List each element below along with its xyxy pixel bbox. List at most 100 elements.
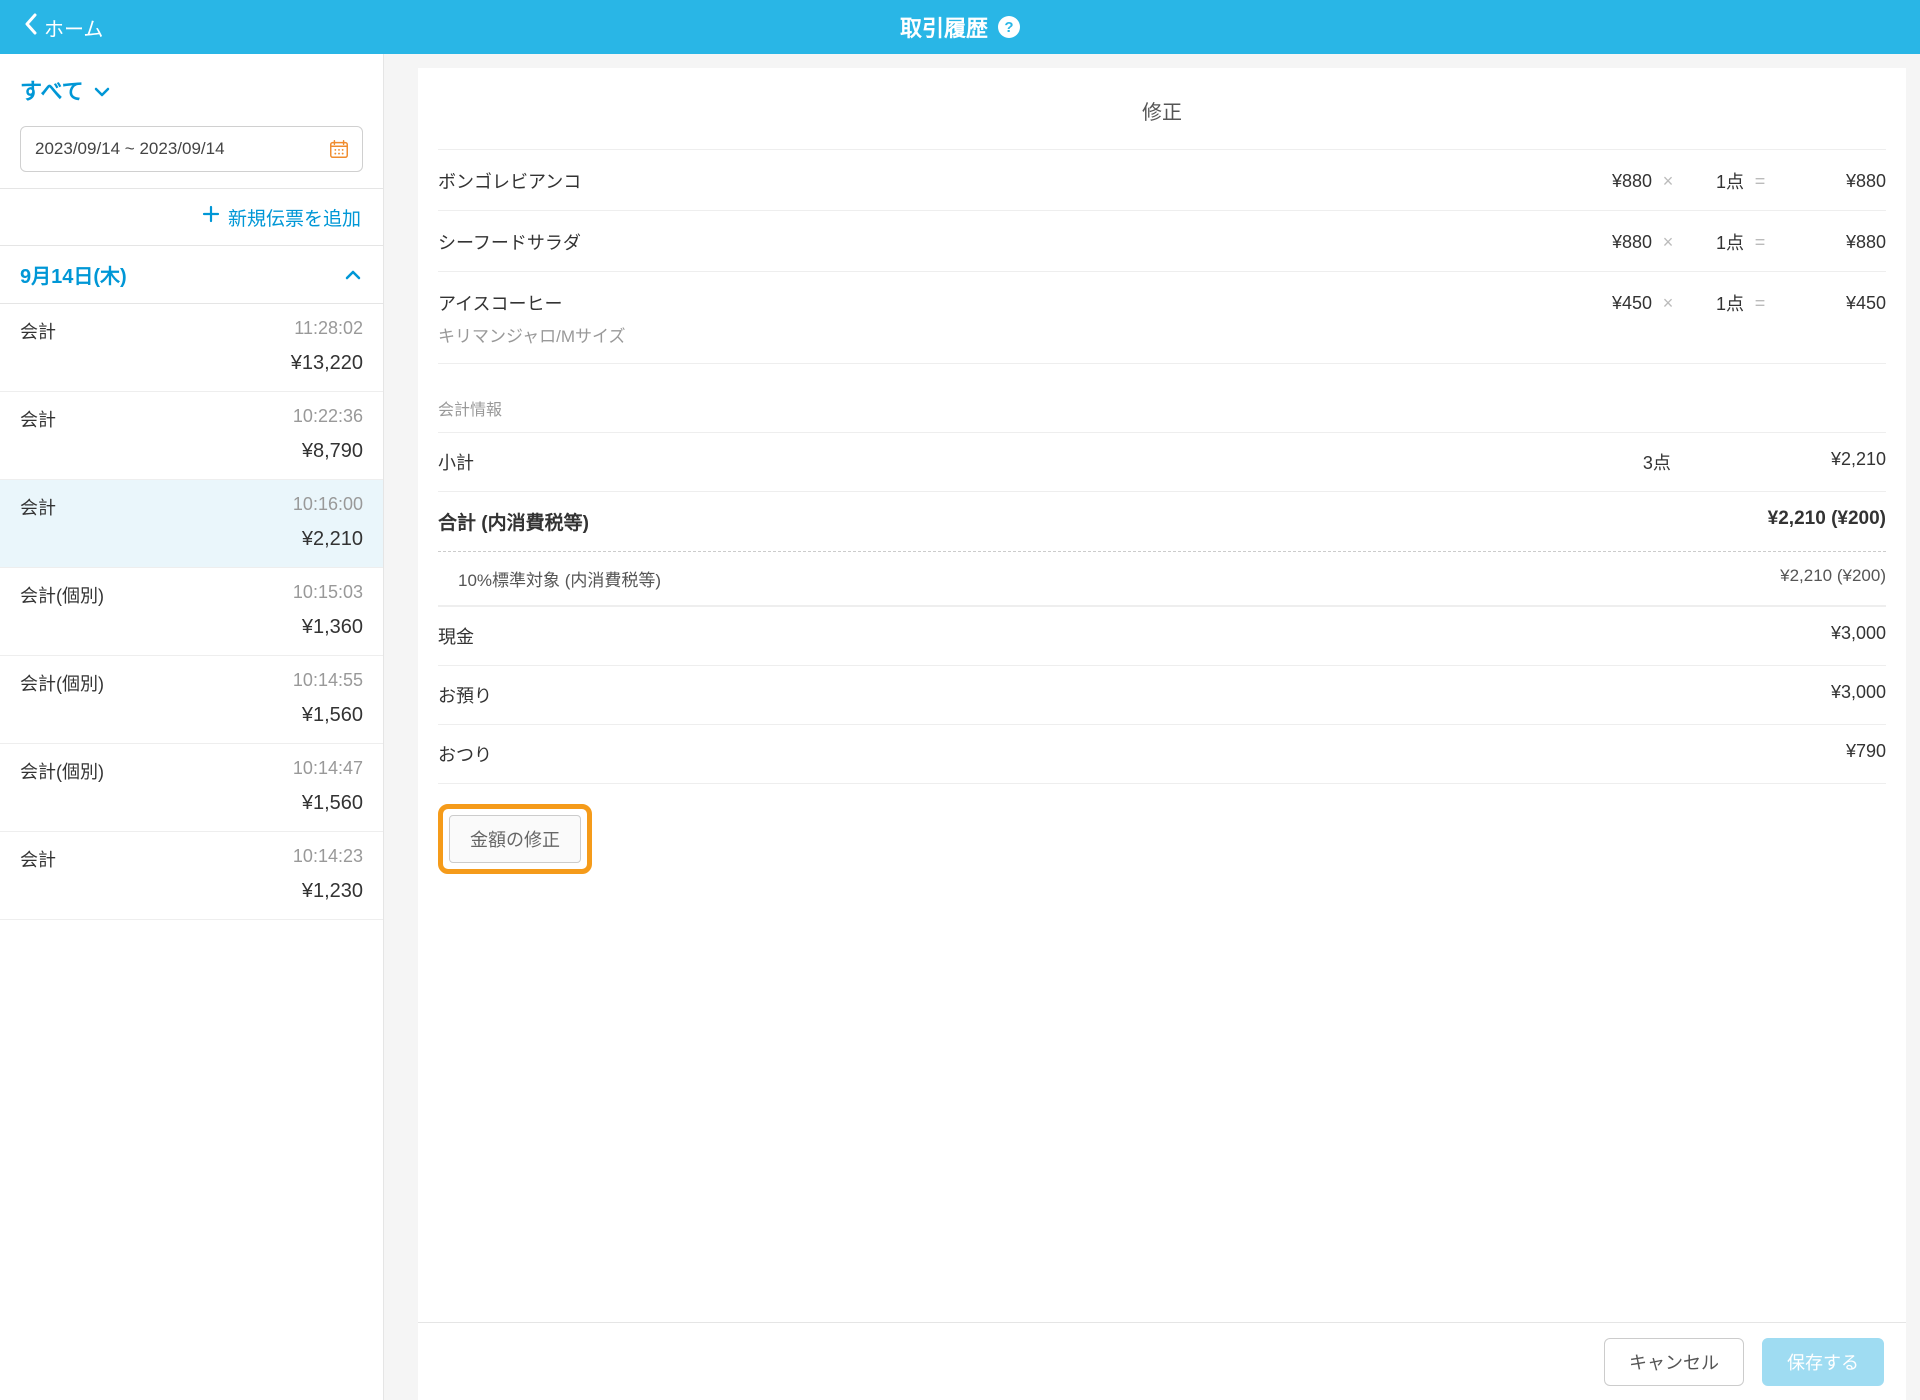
order-unit-price: ¥880 [1572,232,1652,253]
chevron-up-icon [345,263,361,286]
transaction-amount: ¥1,560 [20,704,363,727]
transaction-item[interactable]: 会計 10:16:00 ¥2,210 [0,480,383,568]
transaction-item[interactable]: 会計 10:14:23 ¥1,230 [0,832,383,920]
transaction-label: 会計 [20,494,56,520]
times-icon: × [1658,232,1678,253]
transaction-time: 11:28:02 [294,318,363,344]
tax-label: 10%標準対象 (内消費税等) [458,566,661,591]
equals-icon: = [1750,171,1770,192]
detail-panel: 修正 ボンゴレビアンコ ¥880 × 1点 = ¥880 シーフードサラダ ¥880 × 1点 = ¥… [418,68,1906,1322]
transaction-amount: ¥1,360 [20,616,363,639]
cancel-button[interactable]: キャンセル [1604,1338,1744,1386]
order-line: アイスコーヒー ¥450 × 1点 = ¥450 キリマンジャロ/Mサイズ [438,271,1886,364]
deposit-row: お預り ¥3,000 [438,665,1886,724]
order-line: シーフードサラダ ¥880 × 1点 = ¥880 [438,210,1886,271]
filter-dropdown[interactable]: すべて [0,54,383,118]
edit-amount-highlight: 金額の修正 [438,804,592,874]
chevron-down-icon [94,77,110,103]
transaction-label: 会計 [20,406,56,432]
app-header: ホーム 取引履歴 ? [0,0,1920,54]
cash-row: 現金 ¥3,000 [438,606,1886,665]
transaction-time: 10:22:36 [293,406,363,432]
tax-amount: ¥2,210 (¥200) [1780,566,1886,591]
panel-title: 修正 [438,68,1886,149]
calendar-icon [328,138,350,160]
save-button[interactable]: 保存する [1762,1338,1884,1386]
transaction-label: 会計(個別) [20,670,104,696]
back-button[interactable]: ホーム [24,13,103,42]
transaction-amount: ¥2,210 [20,528,363,551]
order-unit-price: ¥880 [1572,171,1652,192]
change-amount: ¥790 [1846,741,1886,767]
detail-pane: 修正 ボンゴレビアンコ ¥880 × 1点 = ¥880 シーフードサラダ ¥880 × 1点 = ¥… [384,54,1920,1400]
transaction-item[interactable]: 会計(個別) 10:14:47 ¥1,560 [0,744,383,832]
order-qty: 1点 [1684,168,1744,194]
date-group-label: 9月14日(木) [20,260,127,289]
help-icon[interactable]: ? [998,16,1020,38]
order-lines: ボンゴレビアンコ ¥880 × 1点 = ¥880 シーフードサラダ ¥880 × 1点 = ¥880… [438,149,1886,364]
transaction-item[interactable]: 会計(個別) 10:15:03 ¥1,360 [0,568,383,656]
transaction-amount: ¥13,220 [20,352,363,375]
transaction-label: 会計 [20,846,56,872]
back-label: ホーム [44,13,103,42]
tax-row: 10%標準対象 (内消費税等) ¥2,210 (¥200) [438,552,1886,606]
transaction-amount: ¥8,790 [20,440,363,463]
transaction-label: 会計(個別) [20,582,104,608]
order-line-total: ¥880 [1776,171,1886,192]
order-unit-price: ¥450 [1572,293,1652,314]
cash-amount: ¥3,000 [1831,623,1886,649]
order-line-total: ¥880 [1776,232,1886,253]
subtotal-qty: 3点 [474,449,1831,475]
sidebar: すべて 2023/09/14 ~ 2023/09/14 [0,54,384,1400]
subtotal-row: 小計 3点 ¥2,210 [438,432,1886,491]
equals-icon: = [1750,232,1770,253]
transaction-label: 会計(個別) [20,758,104,784]
cash-label: 現金 [438,623,474,649]
transaction-time: 10:16:00 [293,494,363,520]
transaction-label: 会計 [20,318,56,344]
order-item-name: ボンゴレビアンコ [438,168,1566,194]
detail-footer: キャンセル 保存する [418,1322,1906,1400]
change-row: おつり ¥790 [438,724,1886,784]
deposit-label: お預り [438,682,492,708]
times-icon: × [1658,171,1678,192]
transaction-amount: ¥1,230 [20,880,363,903]
total-row: 合計 (内消費税等) ¥2,210 (¥200) [438,491,1886,551]
transaction-time: 10:14:55 [293,670,363,696]
transaction-time: 10:14:23 [293,846,363,872]
plus-icon [202,205,220,229]
transaction-item[interactable]: 会計 10:22:36 ¥8,790 [0,392,383,480]
filter-label: すべて [20,74,84,106]
order-line: ボンゴレビアンコ ¥880 × 1点 = ¥880 [438,149,1886,210]
transaction-item[interactable]: 会計 11:28:02 ¥13,220 [0,304,383,392]
total-label: 合計 (内消費税等) [438,508,589,535]
order-item-name: アイスコーヒー [438,290,1566,316]
total-amount: ¥2,210 (¥200) [1768,508,1886,535]
add-slip-button[interactable]: 新規伝票を追加 [0,188,383,246]
order-item-name: シーフードサラダ [438,229,1566,255]
change-label: おつり [438,741,492,767]
subtotal-amount: ¥2,210 [1831,449,1886,475]
date-range-picker[interactable]: 2023/09/14 ~ 2023/09/14 [20,126,363,172]
page-title: 取引履歴 ? [900,11,1020,43]
chevron-left-icon [24,13,38,41]
order-qty: 1点 [1684,290,1744,316]
order-qty: 1点 [1684,229,1744,255]
accounting-section-label: 会計情報 [438,396,1886,420]
transaction-time: 10:14:47 [293,758,363,784]
transaction-amount: ¥1,560 [20,792,363,815]
order-line-total: ¥450 [1776,293,1886,314]
edit-amount-button[interactable]: 金額の修正 [449,815,581,863]
transaction-item[interactable]: 会計(個別) 10:14:55 ¥1,560 [0,656,383,744]
times-icon: × [1658,293,1678,314]
add-slip-label: 新規伝票を追加 [228,204,361,231]
subtotal-label: 小計 [438,449,474,475]
page-title-text: 取引履歴 [900,11,988,43]
order-variant: キリマンジャロ/Mサイズ [438,322,1886,347]
date-range-text: 2023/09/14 ~ 2023/09/14 [35,139,225,159]
equals-icon: = [1750,293,1770,314]
deposit-amount: ¥3,000 [1831,682,1886,708]
transaction-time: 10:15:03 [293,582,363,608]
date-group-header[interactable]: 9月14日(木) [0,246,383,304]
transaction-list: 会計 11:28:02 ¥13,220 会計 10:22:36 ¥8,790 会計 10:16… [0,304,383,920]
